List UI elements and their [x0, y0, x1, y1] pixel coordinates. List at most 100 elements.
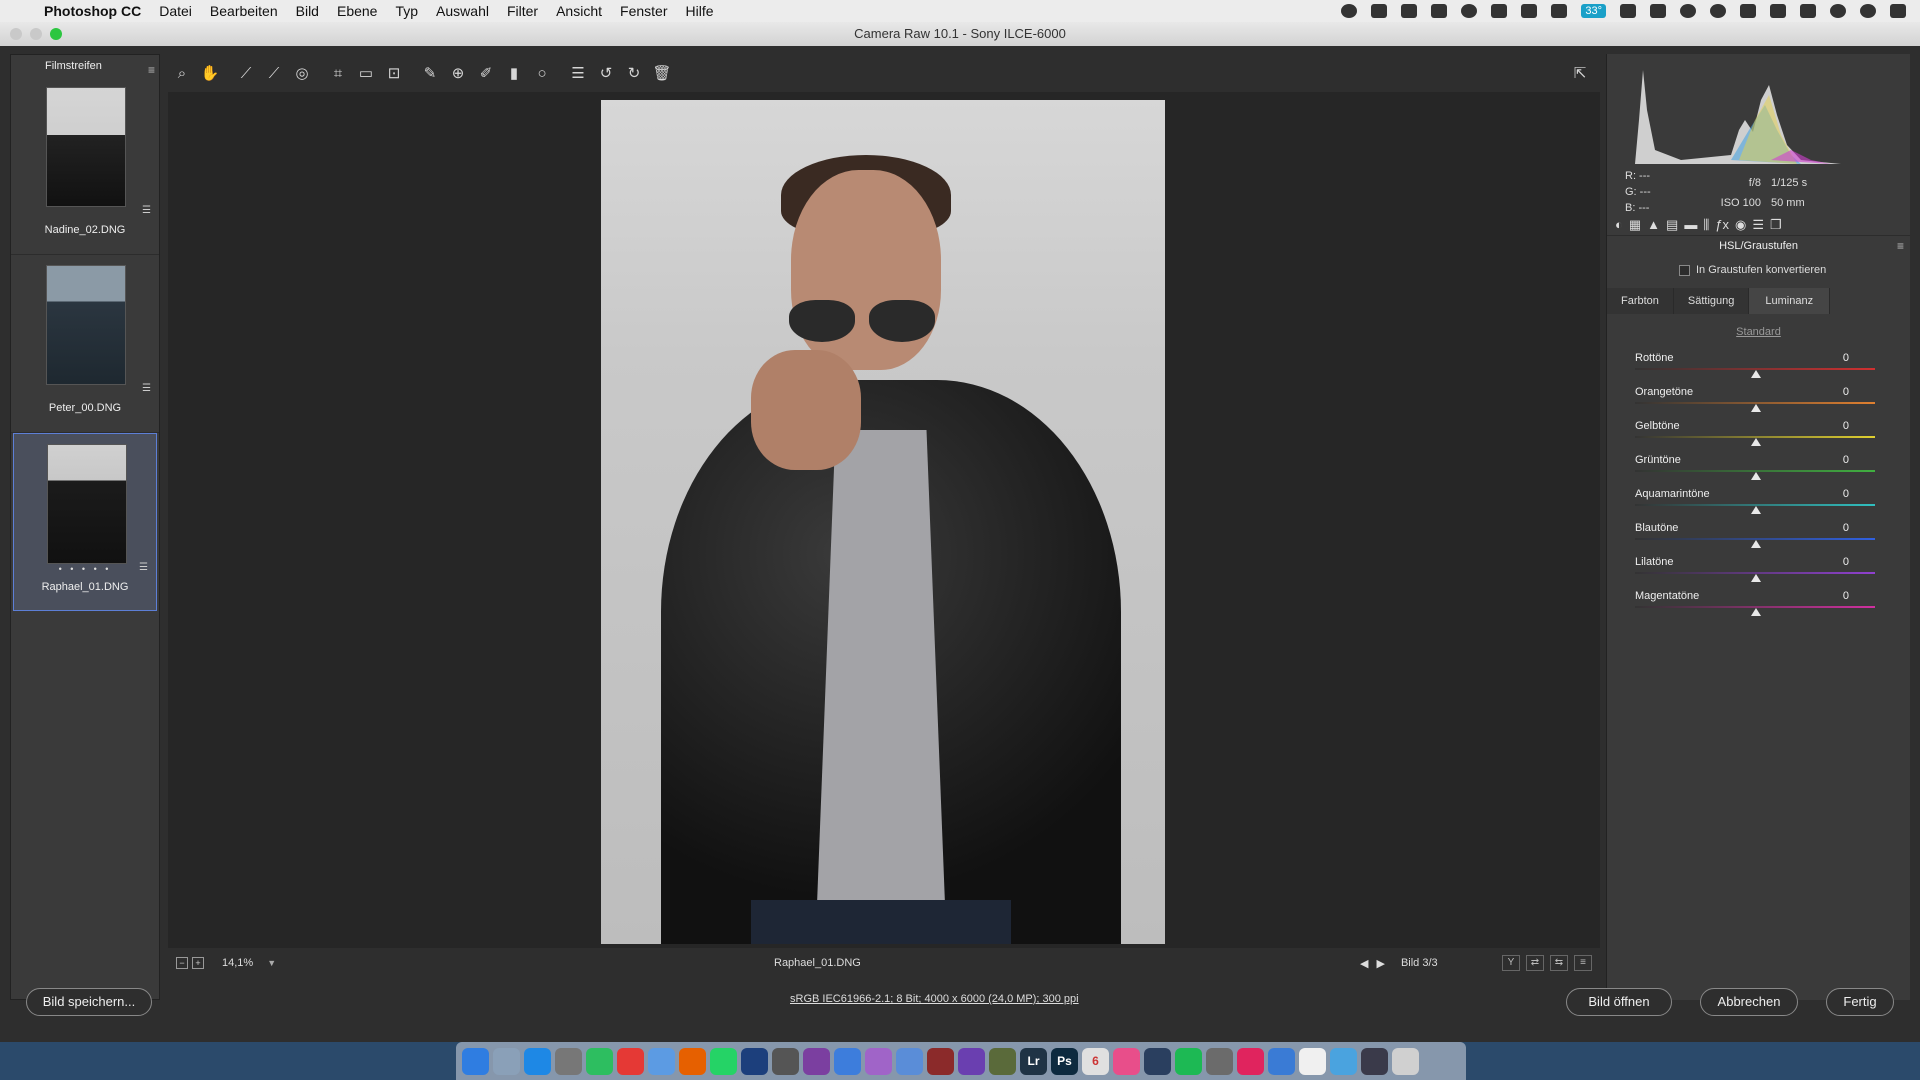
slider-blautoene[interactable]: Blautöne 0	[1635, 516, 1885, 550]
before-after-toggle-icon[interactable]: ⇄	[1526, 955, 1544, 971]
crop-icon[interactable]: ⌗	[324, 61, 352, 85]
calendar-icon[interactable]: 6	[1082, 1047, 1109, 1075]
screen-icon[interactable]	[1361, 1047, 1388, 1075]
save-image-button[interactable]: Bild speichern...	[26, 988, 152, 1016]
script-icon[interactable]	[1521, 4, 1538, 18]
tab-camera-calibration-icon[interactable]: ◉	[1735, 217, 1746, 233]
evernote-status-icon[interactable]	[1491, 4, 1508, 18]
cancel-button[interactable]: Abbrechen	[1700, 988, 1798, 1016]
tab-basic-icon[interactable]: ◐	[1615, 217, 1623, 232]
tab-detail-icon[interactable]: ▲	[1647, 217, 1660, 232]
safari-icon[interactable]	[524, 1047, 551, 1075]
minimize-window-icon[interactable]	[30, 28, 42, 40]
affinity-designer-icon[interactable]	[958, 1047, 985, 1075]
hand-icon[interactable]: ✋	[196, 61, 224, 85]
slider-magentatoene[interactable]: Magentatöne 0	[1635, 584, 1885, 618]
menu-ansicht[interactable]: Ansicht	[556, 3, 602, 19]
music-app-icon[interactable]	[803, 1047, 830, 1075]
menu-auswahl[interactable]: Auswahl	[436, 3, 489, 19]
bookmark-icon[interactable]	[617, 1047, 644, 1075]
wifi-icon[interactable]	[1740, 4, 1756, 18]
color-sampler-icon[interactable]: ⟋	[260, 61, 288, 85]
slider-rottoene[interactable]: Rottöne 0	[1635, 346, 1885, 380]
thumbnail-image[interactable]	[46, 265, 126, 385]
adjustment-brush-icon[interactable]: ✐	[472, 61, 500, 85]
before-after-y-icon[interactable]: Y	[1502, 955, 1520, 971]
system-preferences-icon[interactable]	[1206, 1047, 1233, 1075]
open-image-button[interactable]: Bild öffnen	[1566, 988, 1672, 1016]
slider-gruentoene[interactable]: Grüntöne 0	[1635, 448, 1885, 482]
workflow-options-link[interactable]: sRGB IEC61966-2.1; 8 Bit; 4000 x 6000 (2…	[790, 993, 1079, 1005]
slider-gelbtoene[interactable]: Gelbtöne 0	[1635, 414, 1885, 448]
cloud-icon[interactable]	[1431, 4, 1448, 18]
panel-menu-icon[interactable]: ≡	[1897, 236, 1904, 256]
red-eye-icon[interactable]: ⊕	[444, 61, 472, 85]
trash-icon[interactable]: 🗑	[648, 61, 676, 85]
slider-thumb[interactable]	[1751, 404, 1761, 412]
mail-icon[interactable]	[648, 1047, 675, 1075]
display-icon[interactable]	[1770, 4, 1786, 18]
zoom-in-button[interactable]: +	[192, 957, 204, 969]
menu-meter-icon[interactable]	[1551, 4, 1568, 18]
spot-removal-icon[interactable]: ✎	[416, 61, 444, 85]
firefox-icon[interactable]	[679, 1047, 706, 1075]
whatsapp-icon[interactable]	[710, 1047, 737, 1075]
slider-thumb[interactable]	[1751, 370, 1761, 378]
fullscreen-toggle-icon[interactable]: ⇱	[1566, 61, 1594, 85]
battery-icon[interactable]	[1800, 4, 1816, 18]
menu-bild[interactable]: Bild	[296, 3, 319, 19]
tab-presets-icon[interactable]: ☰	[1752, 217, 1764, 233]
evernote-icon[interactable]	[586, 1047, 613, 1075]
radial-filter-icon[interactable]: ○	[528, 61, 556, 85]
menu-fenster[interactable]: Fenster	[620, 3, 667, 19]
next-image-icon[interactable]: ▶	[1376, 957, 1384, 970]
slider-value[interactable]: 0	[1843, 386, 1849, 398]
rotate-left-icon[interactable]: ↺	[592, 61, 620, 85]
menu-bearbeiten[interactable]: Bearbeiten	[210, 3, 278, 19]
globe-icon[interactable]	[741, 1047, 768, 1075]
camera-icon[interactable]	[772, 1047, 799, 1075]
menu-filter[interactable]: Filter	[507, 3, 538, 19]
folder-icon[interactable]	[1330, 1047, 1357, 1075]
airplay-icon[interactable]	[1650, 4, 1666, 18]
target-adjustment-icon[interactable]: ◎	[288, 61, 316, 85]
zoom-icon[interactable]: ⌕	[168, 61, 196, 85]
sync-icon[interactable]	[1680, 4, 1696, 18]
menu-hilfe[interactable]: Hilfe	[685, 3, 713, 19]
mountain-icon[interactable]	[896, 1047, 923, 1075]
slider-orangetoene[interactable]: Orangetöne 0	[1635, 380, 1885, 414]
image-canvas[interactable]	[168, 92, 1600, 948]
slider-thumb[interactable]	[1751, 472, 1761, 480]
bluetooth-icon[interactable]	[1710, 4, 1726, 18]
slider-aquamarintoene[interactable]: Aquamarintöne 0	[1635, 482, 1885, 516]
notification-center-icon[interactable]	[1890, 4, 1906, 18]
standard-link[interactable]: Standard	[1607, 326, 1910, 338]
dropbox-icon[interactable]	[1401, 4, 1418, 18]
preview-image[interactable]	[601, 100, 1165, 944]
filmstrip-item-raphael[interactable]: • • • • • ☰ Raphael_01.DNG	[13, 433, 157, 611]
thumbnail-image[interactable]	[46, 87, 126, 207]
screen-icon[interactable]	[1371, 4, 1388, 18]
tab-lens-icon[interactable]: ⫼	[1703, 217, 1709, 233]
spotlight-icon[interactable]	[1830, 4, 1846, 18]
tab-farbton[interactable]: Farbton	[1607, 288, 1674, 314]
slider-value[interactable]: 0	[1843, 590, 1849, 602]
itunes-icon[interactable]	[1113, 1047, 1140, 1075]
temperature-badge[interactable]: 33°	[1581, 4, 1606, 18]
slider-value[interactable]: 0	[1843, 352, 1849, 364]
siri-icon[interactable]	[1860, 4, 1876, 18]
menu-datei[interactable]: Datei	[159, 3, 192, 19]
document-icon[interactable]	[1299, 1047, 1326, 1075]
launchpad-icon[interactable]	[493, 1047, 520, 1075]
book-icon[interactable]	[927, 1047, 954, 1075]
photoshop-icon[interactable]: Ps	[1051, 1047, 1078, 1075]
rocket-icon[interactable]	[555, 1047, 582, 1075]
slider-thumb[interactable]	[1751, 608, 1761, 616]
utility-icon[interactable]	[989, 1047, 1016, 1075]
menu-typ[interactable]: Typ	[395, 3, 418, 19]
hd-icon[interactable]	[1620, 4, 1636, 18]
finder-icon[interactable]	[462, 1047, 489, 1075]
slider-value[interactable]: 0	[1843, 556, 1849, 568]
rating-dots[interactable]: • • • • •	[14, 564, 156, 574]
tab-hsl-icon[interactable]: ▤	[1666, 217, 1678, 233]
